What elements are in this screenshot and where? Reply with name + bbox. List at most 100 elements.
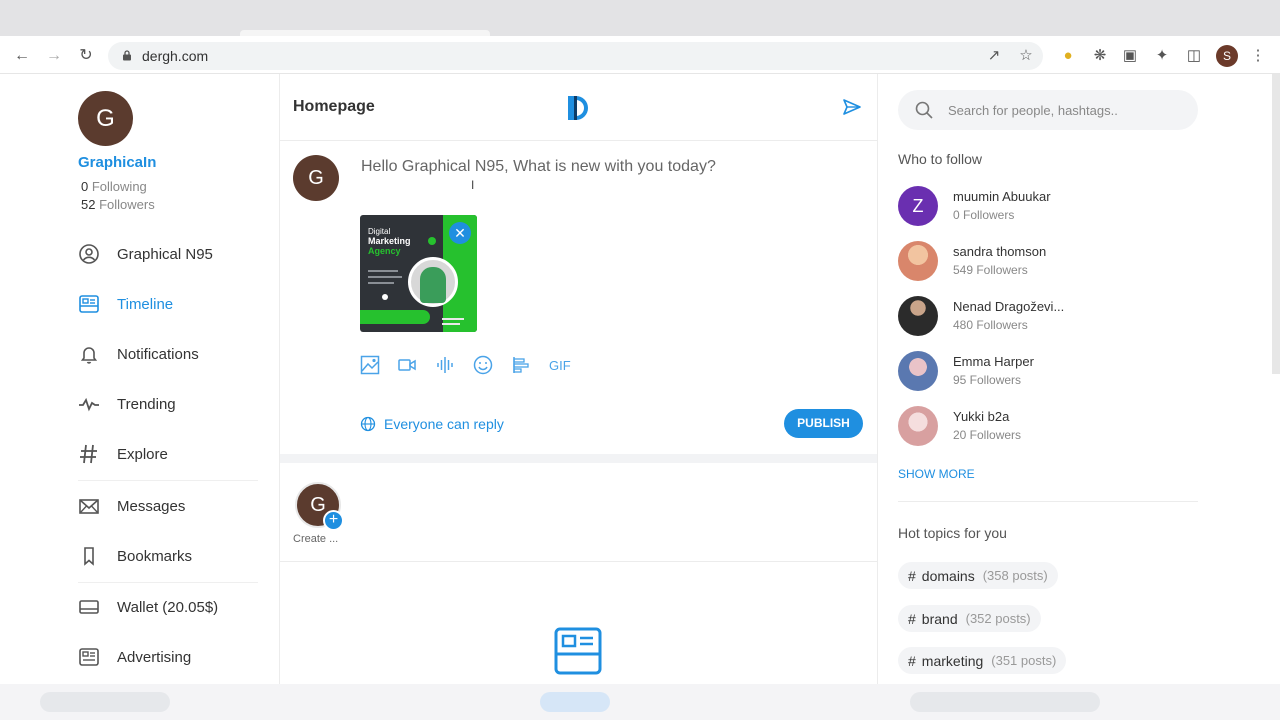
hashtag-icon: # (908, 610, 916, 627)
page-title: Homepage (293, 98, 375, 115)
topic-count: (358 posts) (982, 568, 1048, 583)
show-more-link[interactable]: SHOW MORE (898, 467, 975, 481)
emoji-icon[interactable] (473, 355, 493, 375)
topic-tag: marketing (921, 652, 984, 669)
star-icon[interactable]: ☆ (1016, 46, 1036, 66)
topic-chip[interactable]: # domains (358 posts) (898, 562, 1058, 589)
back-arrow-icon[interactable]: ← (12, 46, 32, 66)
follow-name[interactable]: sandra thomson (953, 244, 1046, 259)
follow-avatar[interactable] (898, 296, 938, 336)
follow-suggestion[interactable]: Z muumin Abuukar 0 Followers (898, 186, 1178, 228)
camera-icon[interactable]: ▣ (1120, 46, 1140, 66)
follow-avatar[interactable]: Z (898, 186, 938, 226)
sidepanel-icon[interactable]: ◫ (1184, 46, 1204, 66)
follow-name[interactable]: Emma Harper (953, 354, 1034, 369)
follow-name[interactable]: Yukki b2a (953, 409, 1009, 424)
topic-count: (352 posts) (965, 611, 1031, 626)
address-bar[interactable]: dergh.com (108, 42, 1043, 70)
sidebar-item-label: Wallet (20.05$) (117, 599, 218, 616)
lock-icon (123, 50, 131, 61)
globe-icon (360, 416, 376, 432)
text-cursor-icon: I (471, 178, 475, 192)
blurred-block (910, 692, 1100, 712)
profile-icon (79, 244, 99, 264)
forward-arrow-icon[interactable]: → (44, 46, 64, 66)
browser-profile-avatar[interactable]: S (1216, 45, 1238, 67)
puzzle-icon[interactable]: ✦ (1152, 46, 1172, 66)
header-separator (280, 140, 877, 141)
thumbnail-person (420, 267, 446, 303)
follow-name[interactable]: Nenad Dragoževi... (953, 299, 1064, 314)
follow-count: 95 Followers (953, 373, 1022, 387)
sidebar-item-wallet[interactable]: Wallet (20.05$) (78, 592, 258, 622)
following-count: 0 (81, 179, 89, 194)
thumbnail-body-line (368, 270, 398, 272)
following-stat[interactable]: 0 Following (81, 179, 147, 194)
blurred-bottom-bar (0, 684, 1280, 720)
video-icon[interactable] (397, 355, 417, 375)
site-logo-icon[interactable] (563, 94, 593, 122)
reply-scope-label: Everyone can reply (384, 416, 504, 432)
topic-chip[interactable]: # brand (352 posts) (898, 605, 1041, 632)
reload-icon[interactable]: ↻ (76, 46, 96, 66)
follow-suggestion[interactable]: Yukki b2a 20 Followers (898, 406, 1178, 448)
publish-button[interactable]: PUBLISH (784, 409, 863, 438)
composer-input[interactable]: Hello Graphical N95, What is new with yo… (361, 158, 716, 176)
follow-count: 20 Followers (953, 428, 1022, 442)
sidebar-item-bookmarks[interactable]: Bookmarks (78, 541, 258, 571)
audio-wave-icon[interactable] (435, 355, 455, 375)
sidebar-item-advertising[interactable]: Advertising (78, 642, 258, 672)
add-story-icon[interactable]: + (323, 510, 344, 531)
following-label: Following (91, 179, 147, 194)
thumbnail-body-line (368, 282, 394, 284)
section-separator (280, 454, 877, 463)
sidebar-item-label: Bookmarks (117, 547, 193, 565)
gif-button[interactable]: GIF (549, 358, 571, 373)
sidebar-item-messages[interactable]: Messages (78, 491, 258, 521)
search-input[interactable] (948, 100, 1178, 120)
sidebar-item-profile[interactable]: Graphical N95 (78, 239, 258, 269)
user-avatar[interactable]: G (78, 91, 133, 146)
timeline-icon (79, 295, 99, 313)
sidebar-divider (78, 582, 258, 583)
thumbnail-green-tab (360, 310, 430, 324)
follow-avatar[interactable] (898, 351, 938, 391)
envelope-icon (79, 499, 99, 514)
sidebar-item-notifications[interactable]: Notifications (78, 339, 258, 369)
sidebar-item-trending[interactable]: Trending (78, 389, 258, 419)
sidebar-item-timeline[interactable]: Timeline (78, 289, 258, 319)
poll-icon[interactable] (511, 355, 531, 375)
topic-chip[interactable]: # marketing (351 posts) (898, 647, 1067, 674)
follow-suggestion[interactable]: Emma Harper 95 Followers (898, 351, 1178, 393)
user-name[interactable]: GraphicaIn (78, 154, 156, 171)
follow-suggestion[interactable]: sandra thomson 549 Followers (898, 241, 1178, 283)
sidebar-item-label: Trending (117, 395, 176, 413)
sidebar-item-explore[interactable]: Explore (78, 439, 258, 469)
reply-scope-selector[interactable]: Everyone can reply (360, 416, 504, 432)
extension-gear-icon[interactable]: ❋ (1090, 46, 1110, 66)
thumbnail-text-line2: Marketing (368, 236, 411, 246)
image-upload-icon[interactable] (360, 355, 380, 375)
who-to-follow-title: Who to follow (898, 151, 983, 167)
followers-stat[interactable]: 52 Followers (81, 197, 155, 212)
thumbnail-body-line (368, 276, 402, 278)
composer-avatar[interactable]: G (293, 155, 339, 201)
follow-avatar[interactable] (898, 241, 938, 281)
sidebar-item-label: Explore (117, 445, 168, 463)
send-icon[interactable] (842, 97, 862, 117)
topic-tag: brand (921, 610, 958, 627)
scrollbar[interactable] (1272, 74, 1280, 374)
extension-bulb-icon[interactable]: ● (1058, 46, 1078, 66)
follow-name[interactable]: muumin Abuukar (953, 189, 1051, 204)
follow-suggestion[interactable]: Nenad Dragoževi... 480 Followers (898, 296, 1178, 338)
follow-avatar[interactable] (898, 406, 938, 446)
menu-dots-icon[interactable]: ⋮ (1248, 46, 1268, 66)
follow-count: 549 Followers (953, 263, 1028, 277)
sidebar-item-label: Advertising (117, 648, 192, 666)
share-icon[interactable]: ↗ (984, 46, 1004, 66)
follow-count: 0 Followers (953, 208, 1015, 222)
sidebar-divider (78, 480, 258, 481)
blurred-tab-strip (0, 0, 1280, 36)
search-bar[interactable] (898, 90, 1198, 130)
remove-attachment-icon[interactable]: ✕ (449, 222, 471, 244)
